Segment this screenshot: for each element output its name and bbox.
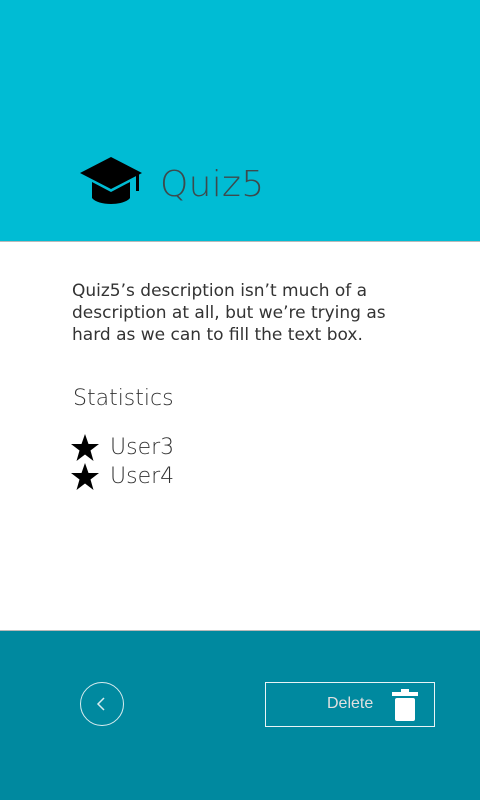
back-button[interactable]	[80, 682, 124, 726]
chevron-left-icon	[96, 697, 105, 711]
list-item: User3	[70, 433, 174, 462]
user-list: User3 User4	[70, 433, 174, 491]
trash-icon	[392, 689, 418, 721]
header: Quiz5	[0, 0, 480, 242]
star-icon	[71, 433, 99, 461]
delete-label: Delete	[327, 695, 374, 712]
page-title: Quiz5	[160, 164, 265, 205]
star-icon	[71, 462, 99, 490]
graduation-cap-icon	[80, 157, 142, 204]
list-item: User4	[70, 462, 174, 491]
statistics-heading: Statistics	[73, 386, 174, 411]
user-name: User4	[110, 464, 175, 489]
quiz-description: Quiz5’s description isn’t much of a desc…	[72, 281, 386, 345]
delete-button[interactable]: Delete	[265, 682, 435, 727]
user-name: User3	[110, 435, 175, 460]
